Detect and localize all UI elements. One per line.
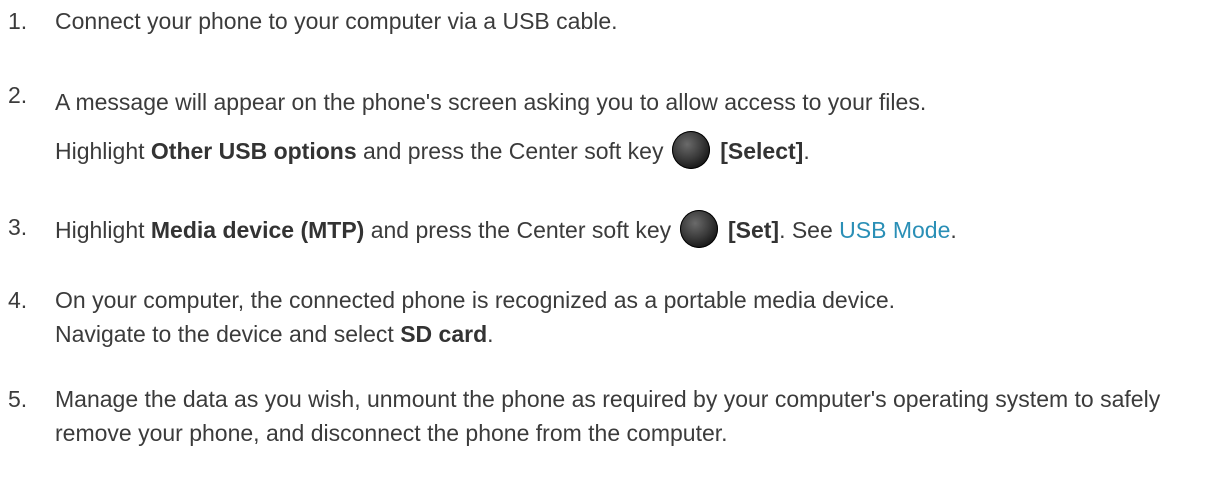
key-label: [Set] xyxy=(727,217,780,243)
step-text: Connect your phone to your computer via … xyxy=(55,8,618,34)
step-3: 3. Highlight Media device (MTP) and pres… xyxy=(0,210,1214,248)
step-number: 1. xyxy=(8,8,28,34)
step-text: A message will appear on the phone's scr… xyxy=(55,78,1208,176)
step-text: Highlight Media device (MTP) and press t… xyxy=(55,210,1208,248)
step-text-line: On your computer, the connected phone is… xyxy=(55,287,896,313)
step-text-prefix: Highlight xyxy=(55,138,151,164)
step-number: 2. xyxy=(8,82,28,108)
step-text-end: . xyxy=(950,217,957,243)
step-1: 1. Connect your phone to your computer v… xyxy=(0,4,1214,38)
step-number: 3. xyxy=(8,214,28,240)
usb-mode-link[interactable]: USB Mode xyxy=(839,217,950,243)
step-text-prefix: Navigate to the device and select xyxy=(55,321,401,347)
option-label: Other USB options xyxy=(150,138,357,164)
step-text-line: A message will appear on the phone's scr… xyxy=(55,89,927,115)
key-label: [Select] xyxy=(720,138,804,164)
step-5: 5. Manage the data as you wish, unmount … xyxy=(0,382,1214,450)
option-label: Media device (MTP) xyxy=(150,217,365,243)
step-text-mid: and press the Center soft key xyxy=(364,217,678,243)
step-text: On your computer, the connected phone is… xyxy=(55,283,1208,351)
step-text-end: . xyxy=(803,138,810,164)
step-text-prefix: Highlight xyxy=(55,217,151,243)
step-text-end: . xyxy=(487,321,494,347)
step-text: Manage the data as you wish, unmount the… xyxy=(55,386,1161,446)
step-number: 4. xyxy=(8,287,28,313)
step-4: 4. On your computer, the connected phone… xyxy=(0,283,1214,351)
center-soft-key-icon xyxy=(671,131,710,169)
step-number: 5. xyxy=(8,386,28,412)
instruction-steps: 1. Connect your phone to your computer v… xyxy=(0,0,1214,491)
center-soft-key-icon xyxy=(679,210,718,248)
sd-card-label: SD card xyxy=(400,321,488,347)
step-text-mid: and press the Center soft key xyxy=(356,138,670,164)
step-2: 2. A message will appear on the phone's … xyxy=(0,78,1214,176)
step-text-after: . See xyxy=(779,217,840,243)
